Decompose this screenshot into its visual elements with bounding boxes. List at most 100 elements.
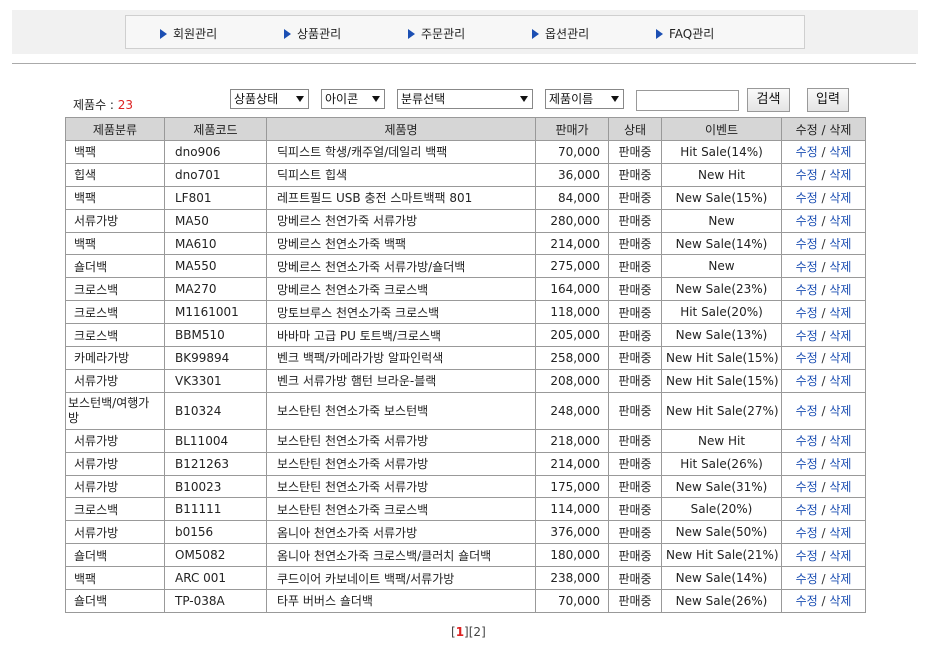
delete-link[interactable]: 삭제 [829, 434, 851, 448]
column-header-status: 상태 [608, 117, 662, 141]
status-select[interactable]: 상품상태 [230, 89, 309, 109]
edit-link[interactable]: 수정 [796, 260, 818, 274]
edit-link[interactable]: 수정 [796, 457, 818, 471]
icon-select[interactable]: 아이콘 [321, 89, 385, 109]
edit-link[interactable]: 수정 [796, 594, 818, 608]
column-header-name: 제품명 [266, 117, 536, 141]
edit-link[interactable]: 수정 [796, 306, 818, 320]
input-button[interactable]: 입력 [807, 88, 849, 112]
delete-link[interactable]: 삭제 [829, 457, 851, 471]
table-row: 서류가방 BL11004 보스탄틴 천연소가죽 서류가방 218,000 판매중 New … [65, 428, 866, 453]
cell-actions: 수정 / 삭제 [781, 254, 866, 279]
action-separator: / [817, 328, 830, 343]
cell-category: 크로스백 [65, 300, 165, 325]
delete-link[interactable]: 삭제 [829, 237, 851, 251]
column-header-price: 판매가 [535, 117, 609, 141]
cell-status: 판매중 [608, 140, 662, 164]
cell-name: 망베르스 천연가죽 서류가방 [266, 208, 536, 233]
table-row: 카메라가방 BK99894 벤크 백팩/카메라가방 알파인럭색 258,000 판매중 N… [65, 346, 866, 370]
cell-price: 238,000 [535, 566, 609, 591]
search-field-select[interactable]: 제품이름 [545, 89, 624, 109]
cell-code: MA50 [164, 208, 267, 233]
cell-actions: 수정 / 삭제 [781, 497, 866, 522]
cell-status: 판매중 [608, 543, 662, 568]
cell-code: VK3301 [164, 368, 267, 393]
edit-link[interactable]: 수정 [796, 480, 818, 494]
delete-link[interactable]: 삭제 [829, 168, 851, 182]
delete-link[interactable]: 삭제 [829, 404, 851, 418]
cell-price: 180,000 [535, 543, 609, 568]
action-separator: / [817, 548, 830, 563]
page-link-1[interactable]: 1 [456, 625, 464, 639]
delete-link[interactable]: 삭제 [829, 526, 851, 540]
cell-event: New Hit [661, 162, 782, 187]
delete-link[interactable]: 삭제 [829, 374, 851, 388]
cell-actions: 수정 / 삭제 [781, 277, 866, 302]
action-separator: / [817, 502, 830, 517]
edit-link[interactable]: 수정 [796, 572, 818, 586]
edit-link[interactable]: 수정 [796, 549, 818, 563]
nav-member-management[interactable]: 회원관리 [160, 25, 217, 42]
delete-link[interactable]: 삭제 [829, 214, 851, 228]
search-input[interactable] [636, 90, 739, 111]
cell-category: 서류가방 [65, 208, 165, 233]
table-row: 보스턴백/여행가방 B10324 보스탄틴 천연소가죽 보스턴백 248,000 판매중… [65, 391, 866, 430]
cell-code: BK99894 [164, 346, 267, 370]
delete-link[interactable]: 삭제 [829, 549, 851, 563]
nav-faq-management[interactable]: FAQ관리 [656, 25, 714, 42]
delete-link[interactable]: 삭제 [829, 329, 851, 343]
nav-order-management[interactable]: 주문관리 [408, 25, 465, 42]
edit-link[interactable]: 수정 [796, 237, 818, 251]
delete-link[interactable]: 삭제 [829, 283, 851, 297]
edit-link[interactable]: 수정 [796, 283, 818, 297]
cell-code: LF801 [164, 185, 267, 210]
cell-category: 크로스백 [65, 277, 165, 302]
table-row: 서류가방 VK3301 벤크 서류가방 햄턴 브라운-블랙 208,000 판매중 New… [65, 368, 866, 393]
edit-link[interactable]: 수정 [796, 214, 818, 228]
nav-option-management[interactable]: 옵션관리 [532, 25, 589, 42]
nav-product-management[interactable]: 상품관리 [284, 25, 341, 42]
cell-event: Hit Sale(20%) [661, 300, 782, 325]
edit-link[interactable]: 수정 [796, 434, 818, 448]
search-button[interactable]: 검색 [747, 88, 790, 112]
table-row: 백팩 dno906 딕피스트 학생/캐주얼/데일리 백팩 70,000 판매중 Hit S… [65, 140, 866, 164]
edit-link[interactable]: 수정 [796, 168, 818, 182]
cell-status: 판매중 [608, 368, 662, 393]
delete-link[interactable]: 삭제 [829, 572, 851, 586]
cell-price: 218,000 [535, 428, 609, 453]
cell-status: 판매중 [608, 185, 662, 210]
cell-name: 망베르스 천연소가죽 크로스백 [266, 277, 536, 302]
edit-link[interactable]: 수정 [796, 404, 818, 418]
edit-link[interactable]: 수정 [796, 374, 818, 388]
delete-link[interactable]: 삭제 [829, 351, 851, 365]
cell-status: 판매중 [608, 428, 662, 453]
cell-code: B121263 [164, 451, 267, 476]
edit-link[interactable]: 수정 [796, 526, 818, 540]
action-separator: / [817, 480, 830, 495]
delete-link[interactable]: 삭제 [829, 594, 851, 608]
nav-label: FAQ관리 [669, 27, 715, 41]
cell-price: 36,000 [535, 162, 609, 187]
category-select[interactable]: 분류선택 [397, 89, 533, 109]
delete-link[interactable]: 삭제 [829, 191, 851, 205]
cell-status: 판매중 [608, 231, 662, 256]
edit-link[interactable]: 수정 [796, 191, 818, 205]
product-count-label: 제품수 : [73, 98, 118, 112]
edit-link[interactable]: 수정 [796, 351, 818, 365]
delete-link[interactable]: 삭제 [829, 145, 851, 159]
triangle-right-icon [532, 29, 539, 39]
cell-category: 숄더백 [65, 254, 165, 279]
delete-link[interactable]: 삭제 [829, 260, 851, 274]
edit-link[interactable]: 수정 [796, 329, 818, 343]
edit-link[interactable]: 수정 [796, 503, 818, 517]
page-link-2[interactable]: 2 [473, 625, 481, 639]
cell-name: 타푸 버버스 숄더백 [266, 589, 536, 613]
delete-link[interactable]: 삭제 [829, 480, 851, 494]
cell-actions: 수정 / 삭제 [781, 140, 866, 164]
cell-category: 크로스백 [65, 497, 165, 522]
delete-link[interactable]: 삭제 [829, 503, 851, 517]
delete-link[interactable]: 삭제 [829, 306, 851, 320]
edit-link[interactable]: 수정 [796, 145, 818, 159]
dropdown-arrow-icon [372, 96, 380, 102]
action-separator: / [817, 457, 830, 472]
